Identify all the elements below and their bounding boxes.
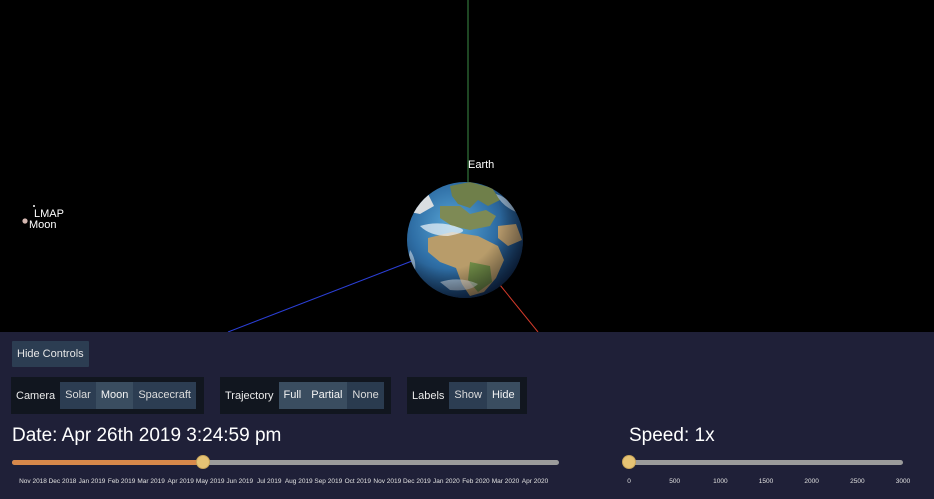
camera-group: Camera Solar Moon Spacecraft <box>11 377 204 414</box>
scene-canvas <box>22 0 539 332</box>
date-tick-label: Mar 2020 <box>491 478 520 485</box>
date-tick-label: Jul 2019 <box>256 478 282 485</box>
speed-slider-thumb[interactable] <box>622 455 637 469</box>
moon-label: Moon <box>29 219 57 231</box>
earth-label: Earth <box>468 159 495 171</box>
speed-tick-label: 2000 <box>804 478 819 485</box>
speed-slider-track[interactable] <box>629 460 903 465</box>
labels-group: Labels Show Hide <box>407 377 527 414</box>
trajectory-options: Full Partial None <box>278 382 384 409</box>
speed-tick-label: 1500 <box>758 478 774 485</box>
speed-tick-label: 1000 <box>713 478 728 485</box>
speed-tick-label: 0 <box>627 478 631 485</box>
labels-option-show[interactable]: Show <box>449 382 487 409</box>
date-tick-label: Oct 2019 <box>344 478 372 485</box>
trajectory-group: Trajectory Full Partial None <box>220 377 391 414</box>
labels-options: Show Hide <box>449 382 520 409</box>
hide-controls-button[interactable]: Hide Controls <box>12 341 89 367</box>
date-tick-label: Nov 2018 <box>19 478 47 485</box>
speed-tick-label: 3000 <box>895 478 911 485</box>
date-tick-label: Mar 2019 <box>137 478 165 485</box>
date-slider-fill <box>12 460 198 465</box>
z-axis-line <box>499 284 539 332</box>
date-tick-label: Apr 2019 <box>167 478 194 485</box>
date-tick-label: Dec 2019 <box>402 478 431 485</box>
speed-tick-label: 2500 <box>850 478 865 485</box>
date-readout: Date: Apr 26th 2019 3:24:59 pm <box>12 425 282 446</box>
scene-viewport[interactable]: Earth LMAP Moon <box>0 0 934 332</box>
camera-label: Camera <box>16 389 56 402</box>
camera-option-spacecraft[interactable]: Spacecraft <box>133 382 196 409</box>
date-tick-label: Nov 2019 <box>373 478 402 485</box>
earth-globe[interactable] <box>407 182 523 298</box>
date-tick-label: Jun 2019 <box>226 478 254 485</box>
labels-option-hide[interactable]: Hide <box>486 382 520 409</box>
date-tick-label: Jan 2019 <box>78 478 106 485</box>
date-tick-label: Aug 2019 <box>284 478 313 485</box>
camera-option-solar[interactable]: Solar <box>60 382 96 409</box>
camera-options: Solar Moon Spacecraft <box>60 382 196 409</box>
speed-readout: Speed: 1x <box>629 425 715 446</box>
speed-tick-label: 500 <box>669 478 681 485</box>
date-tick-label: Apr 2020 <box>521 478 549 485</box>
trajectory-label: Trajectory <box>225 389 274 402</box>
trajectory-option-none[interactable]: None <box>347 382 384 409</box>
lmap-marker[interactable] <box>33 205 35 207</box>
date-tick-label: Jan 2020 <box>433 478 460 485</box>
controls-panel: Hide Controls Camera Solar Moon Spacecra… <box>0 332 934 499</box>
date-tick-label: Dec 2018 <box>48 478 77 485</box>
trajectory-option-partial[interactable]: Partial <box>306 382 348 409</box>
x-axis-line <box>227 260 413 332</box>
date-tick-label: May 2019 <box>195 478 225 485</box>
trajectory-option-full[interactable]: Full <box>278 382 307 409</box>
date-tick-label: Sep 2019 <box>314 478 343 485</box>
date-tick-label: Feb 2020 <box>462 478 490 485</box>
date-slider-thumb[interactable] <box>196 455 210 469</box>
date-tick-label: Feb 2019 <box>107 478 136 485</box>
labels-label: Labels <box>412 389 445 402</box>
camera-option-moon[interactable]: Moon <box>95 382 134 409</box>
moon-marker[interactable] <box>22 218 28 224</box>
